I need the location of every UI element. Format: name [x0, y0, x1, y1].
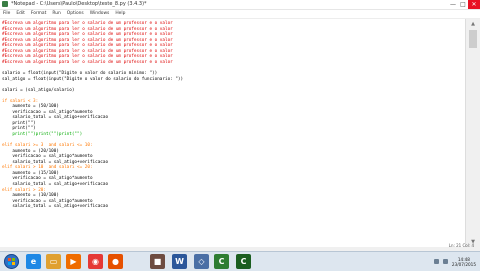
code-line: elif salari > 10 and salari <= 20:	[2, 165, 93, 171]
clock[interactable]: 14:48 23/07/2015	[452, 257, 476, 267]
code-line: print("")	[2, 126, 36, 132]
clock-date: 23/07/2015	[451, 261, 476, 267]
menu-run[interactable]: Run	[49, 10, 63, 18]
code-line: verificacao = sal_atigo*aumento	[2, 176, 93, 182]
menu-bar: File Edit Format Run Options Windows Hel…	[0, 10, 480, 19]
file-explorer-icon[interactable]: ▭	[46, 254, 61, 269]
code-line: if salari < 3:	[2, 98, 39, 104]
code-line: salari = (sal_atigo/salario)	[2, 87, 75, 93]
scroll-up-arrow-icon[interactable]: ▲	[466, 19, 480, 29]
start-button[interactable]	[4, 254, 19, 269]
code-line: aumento = (10/100)	[2, 193, 59, 199]
code-line: verificacao = sal_atigo*aumento	[2, 154, 93, 160]
menu-help[interactable]: Help	[112, 10, 128, 18]
title-bar[interactable]: *Notepad - C:\Users\Paulo\Desktop\teste_…	[0, 0, 480, 10]
app-icon[interactable]: ■	[150, 254, 165, 269]
maximize-button[interactable]: □	[458, 0, 468, 9]
code-line: print("")print("")print("")	[2, 132, 83, 137]
taskbar: e ▭ ▶ ◉ ● ■ W ◇ C C 14:48 23/07/2015	[0, 251, 480, 271]
scroll-thumb[interactable]	[469, 30, 477, 48]
vertical-scrollbar[interactable]: ▲ ▼	[465, 19, 480, 247]
camtasia-icon[interactable]: C	[214, 254, 229, 269]
menu-format[interactable]: Format	[28, 10, 49, 18]
code-line: salario_total = sal_atigo+verificacao	[2, 159, 109, 165]
network-icon[interactable]	[433, 259, 439, 264]
code-line: #Escreva um algoritmo para ler o salario…	[2, 21, 173, 26]
menu-edit[interactable]: Edit	[13, 10, 28, 18]
window-controls: — □ ✕	[448, 0, 480, 9]
code-line: salario_total = sal_atigo+verificacao	[2, 115, 109, 121]
cursor-position: Ln: 21 Col: 4	[448, 243, 474, 248]
media-player-icon[interactable]: ▶	[66, 254, 81, 269]
code-line: #Escreva um algoritmo para ler o salario…	[2, 59, 173, 65]
code-line: salario_total = sal_atigo+verificacao	[2, 204, 109, 210]
code-editor[interactable]: #Escreva um algoritmo para ler o salario…	[0, 19, 466, 247]
code-line: salario_total = sal_atigo+verificacao	[2, 181, 109, 187]
code-line: #Escreva um algoritmo para ler o salario…	[2, 54, 173, 60]
menu-options[interactable]: Options	[64, 10, 87, 18]
code-line: sal_atigo = float(input("Digite o valor …	[2, 76, 184, 82]
code-line: salario = float(input("Digite o valor do…	[2, 70, 158, 76]
code-line: #Escreva um algoritmo para ler o salario…	[2, 43, 173, 49]
window-title: *Notepad - C:\Users\Paulo\Desktop\teste_…	[11, 1, 147, 7]
volume-icon[interactable]	[442, 259, 448, 264]
code-line: aumento = (50/100)	[2, 104, 59, 110]
menu-file[interactable]: File	[0, 10, 13, 18]
internet-explorer-icon[interactable]: e	[26, 254, 41, 269]
code-line: verificacao = sal_atigo*aumento	[2, 198, 93, 204]
notepad-window: *Notepad - C:\Users\Paulo\Desktop\teste_…	[0, 0, 480, 250]
menu-windows[interactable]: Windows	[87, 10, 113, 18]
minimize-button[interactable]: —	[448, 0, 458, 9]
code-line: elif salari > 20:	[2, 187, 46, 193]
chrome-icon[interactable]: ◉	[88, 254, 103, 269]
firefox-icon[interactable]: ●	[108, 254, 123, 269]
python-icon[interactable]: ◇	[194, 254, 209, 269]
word-icon[interactable]: W	[172, 254, 187, 269]
code-line: aumento = (20/100)	[2, 148, 59, 154]
app-icon	[2, 1, 8, 7]
code-line: #Escreva um algoritmo para ler o salario…	[2, 32, 173, 38]
windows-logo-icon	[8, 258, 15, 265]
code-line: #Escreva um algoritmo para ler o salario…	[2, 48, 173, 54]
idle-icon[interactable]: C	[236, 254, 251, 269]
system-tray: 14:48 23/07/2015	[433, 253, 476, 270]
code-line: #Escreva um algoritmo para ler o salario…	[2, 37, 173, 43]
code-line: #Escreva um algoritmo para ler o salario…	[2, 26, 173, 32]
code-line: elif salari >= 3 and salari <= 10:	[2, 143, 93, 149]
close-button[interactable]: ✕	[468, 0, 480, 9]
